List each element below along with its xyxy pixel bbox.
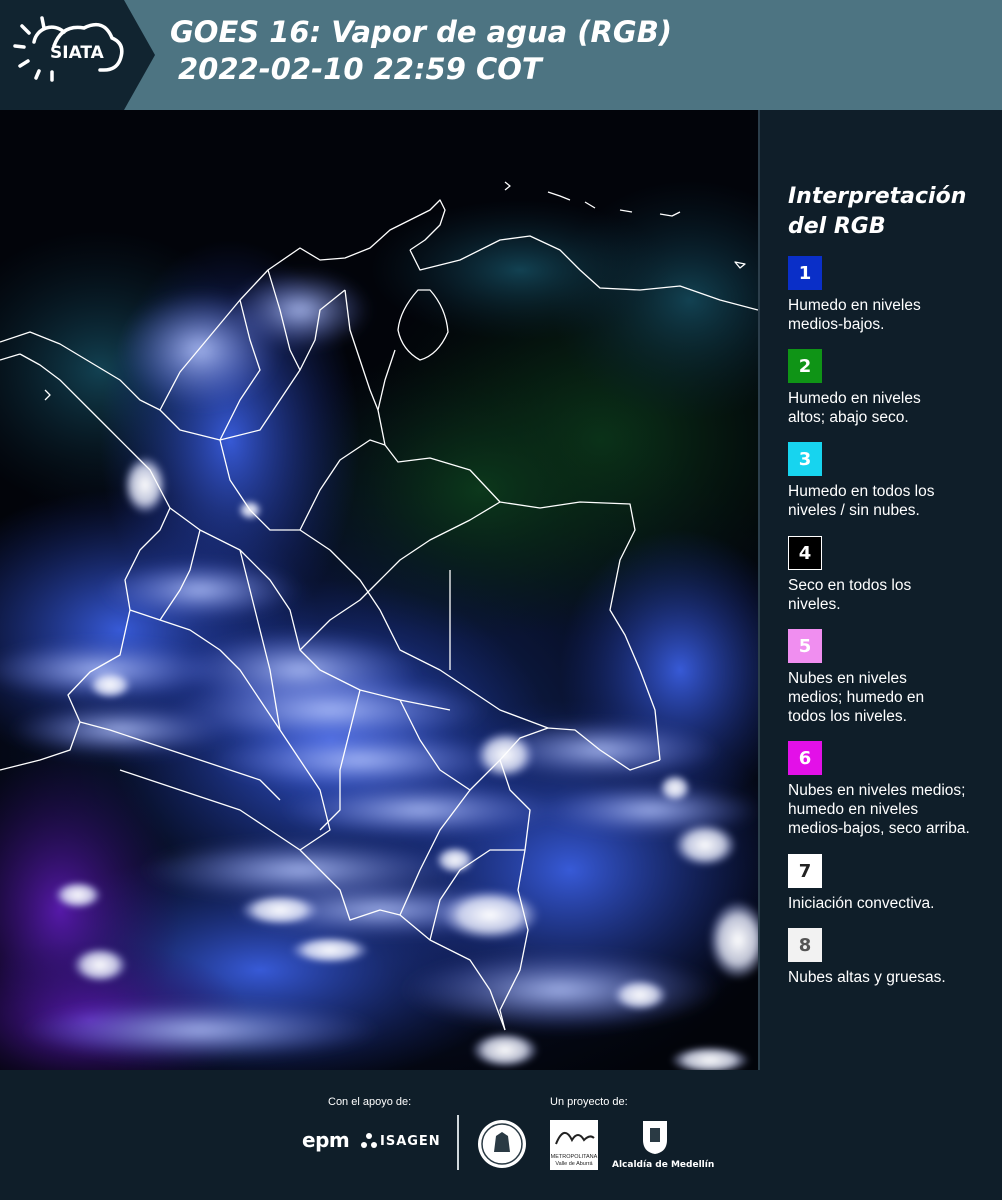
legend-swatch-3: 3 (788, 442, 822, 476)
page-title: GOES 16: Vapor de agua (RGB) 2022-02-10 … (170, 14, 672, 88)
title-datetime: 2022-02-10 22:59 COT (178, 52, 542, 86)
legend-number: 2 (798, 355, 812, 377)
legend-label: Iniciación convectiva. (788, 894, 1002, 913)
alcaldia-shield-icon (643, 1121, 667, 1154)
siata-logo-text: SIATA (50, 43, 104, 63)
legend-label: Humedo en todos los niveles / sin nubes. (788, 482, 1002, 520)
legend-label-line: medios-bajos, seco arriba. (788, 820, 970, 837)
legend-label-line: Humedo en niveles (788, 390, 921, 407)
support-caption: Con el apoyo de: (328, 1096, 412, 1108)
siata-logo: SIATA (0, 0, 155, 110)
legend-number: 3 (798, 448, 812, 470)
legend-label-line: medios; humedo en (788, 689, 925, 706)
legend-item-5: 5 Nubes en niveles medios; humedo en todos… (788, 629, 1002, 726)
header-bar: SIATA GOES 16: Vapor de agua (RGB) 2022-… (0, 0, 1002, 110)
legend-label-line: Nubes en niveles (788, 670, 907, 687)
area-metropolitana-text: METROPOLITANA Valle de Aburrá (550, 1154, 598, 1168)
epm-logo: epm (302, 1128, 350, 1152)
legend-label-line: Humedo en todos los (788, 483, 935, 500)
legend-label-line: Nubes en niveles medios; (788, 782, 966, 799)
legend-swatch-4: 4 (788, 536, 822, 570)
legend-item-7: 7 Iniciación convectiva. (788, 854, 1002, 913)
alcaldia-text: Alcaldía de Medellín (612, 1160, 715, 1170)
legend-label-line: humedo en niveles (788, 801, 919, 818)
water-vapor-rgb-image (0, 110, 758, 1070)
legend-item-6: 6 Nubes en niveles medios; humedo en nive… (788, 741, 1002, 838)
satellite-map (0, 110, 758, 1070)
legend-title-line1: Interpretación (788, 184, 967, 209)
legend-number: 8 (798, 934, 812, 956)
legend-swatch-2: 2 (788, 349, 822, 383)
legend-title-line2: del RGB (788, 214, 886, 239)
legend-number: 6 (798, 747, 812, 769)
legend-item-4: 4 Seco en todos los niveles. (788, 536, 1002, 614)
project-caption: Un proyecto de: (550, 1096, 628, 1108)
isagen-logo: ISAGEN (380, 1134, 441, 1149)
legend-label-line: niveles / sin nubes. (788, 502, 920, 519)
title-product: GOES 16: Vapor de agua (RGB) (170, 15, 673, 49)
legend-title: Interpretación del RGB (788, 182, 988, 242)
legend-label-line: Humedo en niveles (788, 297, 921, 314)
legend-label-line: altos; abajo seco. (788, 409, 909, 426)
legend-number: 5 (798, 635, 812, 657)
legend-number: 4 (798, 542, 812, 564)
area-script-icon (555, 1132, 595, 1145)
legend-item-3: 3 Humedo en todos los niveles / sin nubes… (788, 442, 1002, 520)
footer-sponsors: Con el apoyo de: Un proyecto de: epm ISA… (0, 1070, 1002, 1200)
legend-item-1: 1 Humedo en niveles medios-bajos. (788, 256, 1002, 334)
legend-item-2: 2 Humedo en niveles altos; abajo seco. (788, 349, 1002, 427)
metropolitana-line1: METROPOLITANA (550, 1154, 598, 1160)
legend-label-line: medios-bajos. (788, 316, 885, 333)
area-metropolitana-logo: METROPOLITANA Valle de Aburrá (550, 1120, 598, 1170)
legend-label-line: todos los niveles. (788, 708, 907, 725)
legend-swatch-6: 6 (788, 741, 822, 775)
legend-label: Humedo en niveles altos; abajo seco. (788, 389, 1002, 427)
legend-label: Nubes en niveles medios; humedo en nivele… (788, 781, 1002, 838)
legend-label: Nubes en niveles medios; humedo en todos l… (788, 669, 1002, 726)
metropolitana-line2: Valle de Aburrá (555, 1161, 593, 1167)
legend-label-line: niveles. (788, 596, 841, 613)
legend-swatch-5: 5 (788, 629, 822, 663)
legend-swatch-1: 1 (788, 256, 822, 290)
legend-label: Nubes altas y gruesas. (788, 968, 1002, 987)
legend-label-line: Seco en todos los (788, 577, 912, 594)
seal-icon (478, 1120, 526, 1168)
isagen-logo-icon (361, 1133, 377, 1148)
legend-label: Seco en todos los niveles. (788, 576, 1002, 614)
legend-item-8: 8 Nubes altas y gruesas. (788, 928, 1002, 987)
footer-divider (457, 1115, 459, 1170)
legend-label-line: Nubes altas y gruesas. (788, 969, 946, 986)
legend-label: Humedo en niveles medios-bajos. (788, 296, 1002, 334)
legend-swatch-8: 8 (788, 928, 822, 962)
legend-number: 1 (798, 262, 812, 284)
legend-number: 7 (798, 860, 812, 882)
legend-label-line: Iniciación convectiva. (788, 895, 935, 912)
rgb-legend: Interpretación del RGB 1 Humedo en nivel… (760, 110, 1002, 1070)
legend-swatch-7: 7 (788, 854, 822, 888)
